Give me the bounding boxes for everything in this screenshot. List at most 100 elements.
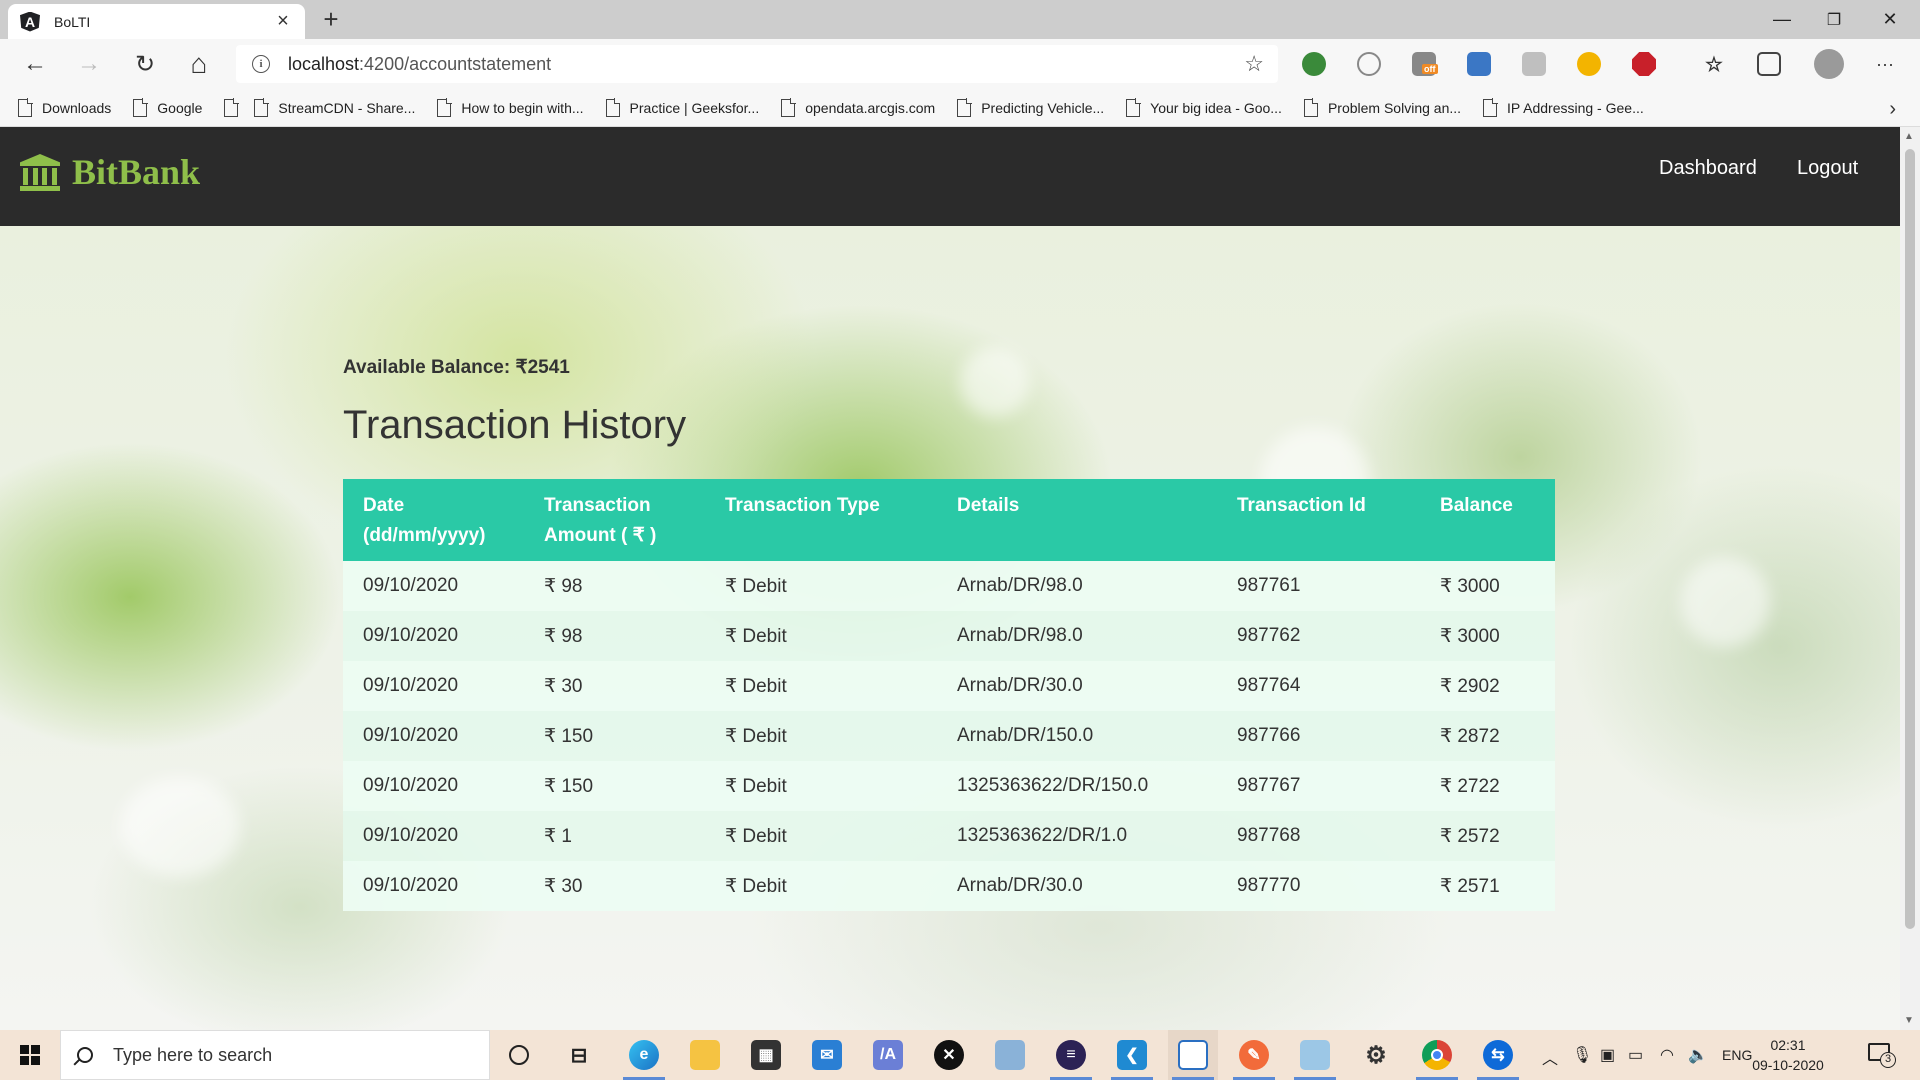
brand-logo[interactable]: BitBank	[20, 151, 200, 193]
scrollbar-thumb[interactable]	[1905, 149, 1915, 929]
bokeh-light	[960, 347, 1030, 417]
cell-amount: ₹ 150	[544, 725, 594, 747]
cortana-icon	[509, 1045, 529, 1065]
scroll-up-arrow-icon[interactable]: ▲	[1904, 131, 1914, 142]
url-host: localhost	[288, 53, 360, 74]
cell-balance: ₹ 3000	[1440, 575, 1500, 597]
taskbar-file-explorer[interactable]	[680, 1030, 730, 1080]
cell-date: 09/10/2020	[363, 825, 459, 846]
cortana-button[interactable]	[494, 1030, 544, 1080]
page-scrollbar[interactable]: ▲ ▼	[1900, 127, 1920, 1030]
page-icon	[437, 98, 452, 117]
honey-extension-icon[interactable]: off	[1412, 52, 1438, 76]
translate-extension-icon[interactable]	[1522, 52, 1546, 76]
collections-icon[interactable]	[1757, 52, 1781, 76]
taskbar: Type here to search ⊟ e ▦ ✉ /A ✕ ≡ ❮ ✎ ⚙…	[0, 1030, 1920, 1080]
taskbar-chrome[interactable]	[1412, 1030, 1462, 1080]
start-button[interactable]	[0, 1030, 60, 1080]
taskbar-computer[interactable]	[985, 1030, 1035, 1080]
taskbar-postman[interactable]: ✎	[1229, 1030, 1279, 1080]
network-monitor-icon[interactable]: ▣	[1600, 1045, 1615, 1065]
cell-type: ₹ Debit	[725, 775, 787, 797]
volume-muted-icon[interactable]: 🔈	[1688, 1045, 1708, 1065]
task-view-button[interactable]: ⊟	[554, 1030, 604, 1080]
site-info-icon[interactable]: i	[252, 55, 270, 73]
cell-date: 09/10/2020	[363, 625, 459, 646]
bookmark-big-idea[interactable]: Your big idea - Goo...	[1126, 98, 1282, 117]
clock-time: 02:31	[1770, 1037, 1806, 1053]
notification-center-button[interactable]: 3	[1868, 1040, 1898, 1070]
url-text[interactable]: localhost:4200/accountstatement	[288, 54, 1244, 75]
bookmark-untitled[interactable]	[224, 98, 239, 117]
lock-extension-icon[interactable]	[1467, 52, 1491, 76]
header-amount-line2: Amount ( ₹ )	[544, 525, 657, 546]
home-button[interactable]: ⌂	[182, 47, 216, 81]
taskbar-store[interactable]: ▦	[741, 1030, 791, 1080]
bookmarks-overflow-icon[interactable]: ›	[1889, 98, 1896, 121]
show-hidden-icons[interactable]: ︿	[1542, 1045, 1558, 1069]
minimize-button[interactable]: —	[1754, 0, 1810, 39]
settings-menu-button[interactable]: ···	[1868, 47, 1902, 81]
cell-type: ₹ Debit	[725, 825, 787, 847]
favorites-icon[interactable]: ☆	[1702, 52, 1726, 76]
bookmark-label: StreamCDN - Share...	[278, 99, 416, 116]
bookmark-problem-solving[interactable]: Problem Solving an...	[1303, 98, 1462, 117]
reload-button[interactable]: ↻	[128, 47, 162, 81]
taskbar-eclipse[interactable]: ≡	[1046, 1030, 1096, 1080]
bookmark-label: Problem Solving an...	[1327, 99, 1462, 116]
gear-icon: ⚙	[1365, 1041, 1387, 1069]
bookmark-label: Practice | Geeksfor...	[629, 99, 760, 116]
taskbar-xbox[interactable]: ✕	[924, 1030, 974, 1080]
table-row: 09/10/2020 ₹ 150 ₹ Debit Arnab/DR/150.0 …	[343, 711, 1555, 761]
adblock-icon[interactable]	[1632, 52, 1656, 76]
back-button[interactable]: ←	[18, 47, 52, 81]
maximize-button[interactable]: ❐	[1806, 0, 1862, 39]
address-toolbar: ← → ↻ ⌂ i localhost:4200/accountstatemen…	[0, 39, 1920, 89]
microphone-icon[interactable]: 🎙	[1572, 1045, 1592, 1065]
profile-avatar[interactable]	[1814, 49, 1844, 79]
bookmark-how-to-begin[interactable]: How to begin with...	[437, 98, 584, 117]
bookmark-practice-geeks[interactable]: Practice | Geeksfor...	[605, 98, 760, 117]
taskbar-settings[interactable]: ⚙	[1351, 1030, 1401, 1080]
taskbar-notepad[interactable]	[1290, 1030, 1340, 1080]
taskbar-search[interactable]: Type here to search	[60, 1030, 490, 1080]
taskbar-azure[interactable]: /A	[863, 1030, 913, 1080]
table-row: 09/10/2020 ₹ 30 ₹ Debit Arnab/DR/30.0 98…	[343, 861, 1555, 911]
globe-extension-icon[interactable]	[1302, 52, 1326, 76]
forward-button[interactable]: →	[72, 47, 106, 81]
logout-link[interactable]: Logout	[1797, 157, 1858, 180]
scroll-down-arrow-icon[interactable]: ▼	[1904, 1015, 1914, 1026]
xbox-icon: ✕	[934, 1040, 964, 1070]
download-extension-icon[interactable]	[1577, 52, 1601, 76]
taskbar-teamviewer[interactable]: ⇆	[1473, 1030, 1523, 1080]
bookmark-google[interactable]: Google	[133, 98, 202, 117]
bookmark-streamcdn[interactable]: StreamCDN - Share...	[254, 98, 416, 117]
cell-balance: ₹ 2872	[1440, 725, 1500, 747]
header-transaction-id: Transaction Id	[1237, 495, 1366, 516]
bookmark-star-icon[interactable]: ☆	[1244, 51, 1264, 77]
battery-icon[interactable]: ▭	[1628, 1045, 1643, 1065]
link-extension-icon[interactable]	[1357, 52, 1381, 76]
taskbar-window-app[interactable]	[1168, 1030, 1218, 1080]
search-icon	[77, 1047, 93, 1063]
bookmark-label: Your big idea - Goo...	[1150, 99, 1282, 116]
taskbar-mail[interactable]: ✉	[802, 1030, 852, 1080]
cell-details: Arnab/DR/30.0	[957, 675, 1083, 696]
address-bar[interactable]: i localhost:4200/accountstatement ☆	[236, 45, 1278, 83]
wifi-icon[interactable]: ◠	[1660, 1045, 1674, 1065]
vscode-icon: ❮	[1117, 1040, 1147, 1070]
bookmark-downloads[interactable]: Downloads	[18, 98, 111, 117]
close-tab-icon[interactable]: ×	[273, 10, 293, 33]
new-tab-button[interactable]: +	[316, 4, 346, 34]
browser-tab[interactable]: A BoLTI ×	[8, 4, 305, 39]
close-window-button[interactable]: ✕	[1862, 0, 1918, 39]
dashboard-link[interactable]: Dashboard	[1659, 157, 1757, 180]
bookmark-predicting-vehicle[interactable]: Predicting Vehicle...	[957, 98, 1104, 117]
bookmark-opendata[interactable]: opendata.arcgis.com	[781, 98, 935, 117]
bookmark-ip-addressing[interactable]: IP Addressing - Gee...	[1483, 98, 1644, 117]
taskbar-vscode[interactable]: ❮	[1107, 1030, 1157, 1080]
taskbar-edge[interactable]: e	[619, 1030, 669, 1080]
system-clock[interactable]: 02:31 09-10-2020	[1748, 1035, 1828, 1075]
page-icon	[781, 98, 796, 117]
app-navbar: BitBank Dashboard Logout	[0, 127, 1900, 226]
